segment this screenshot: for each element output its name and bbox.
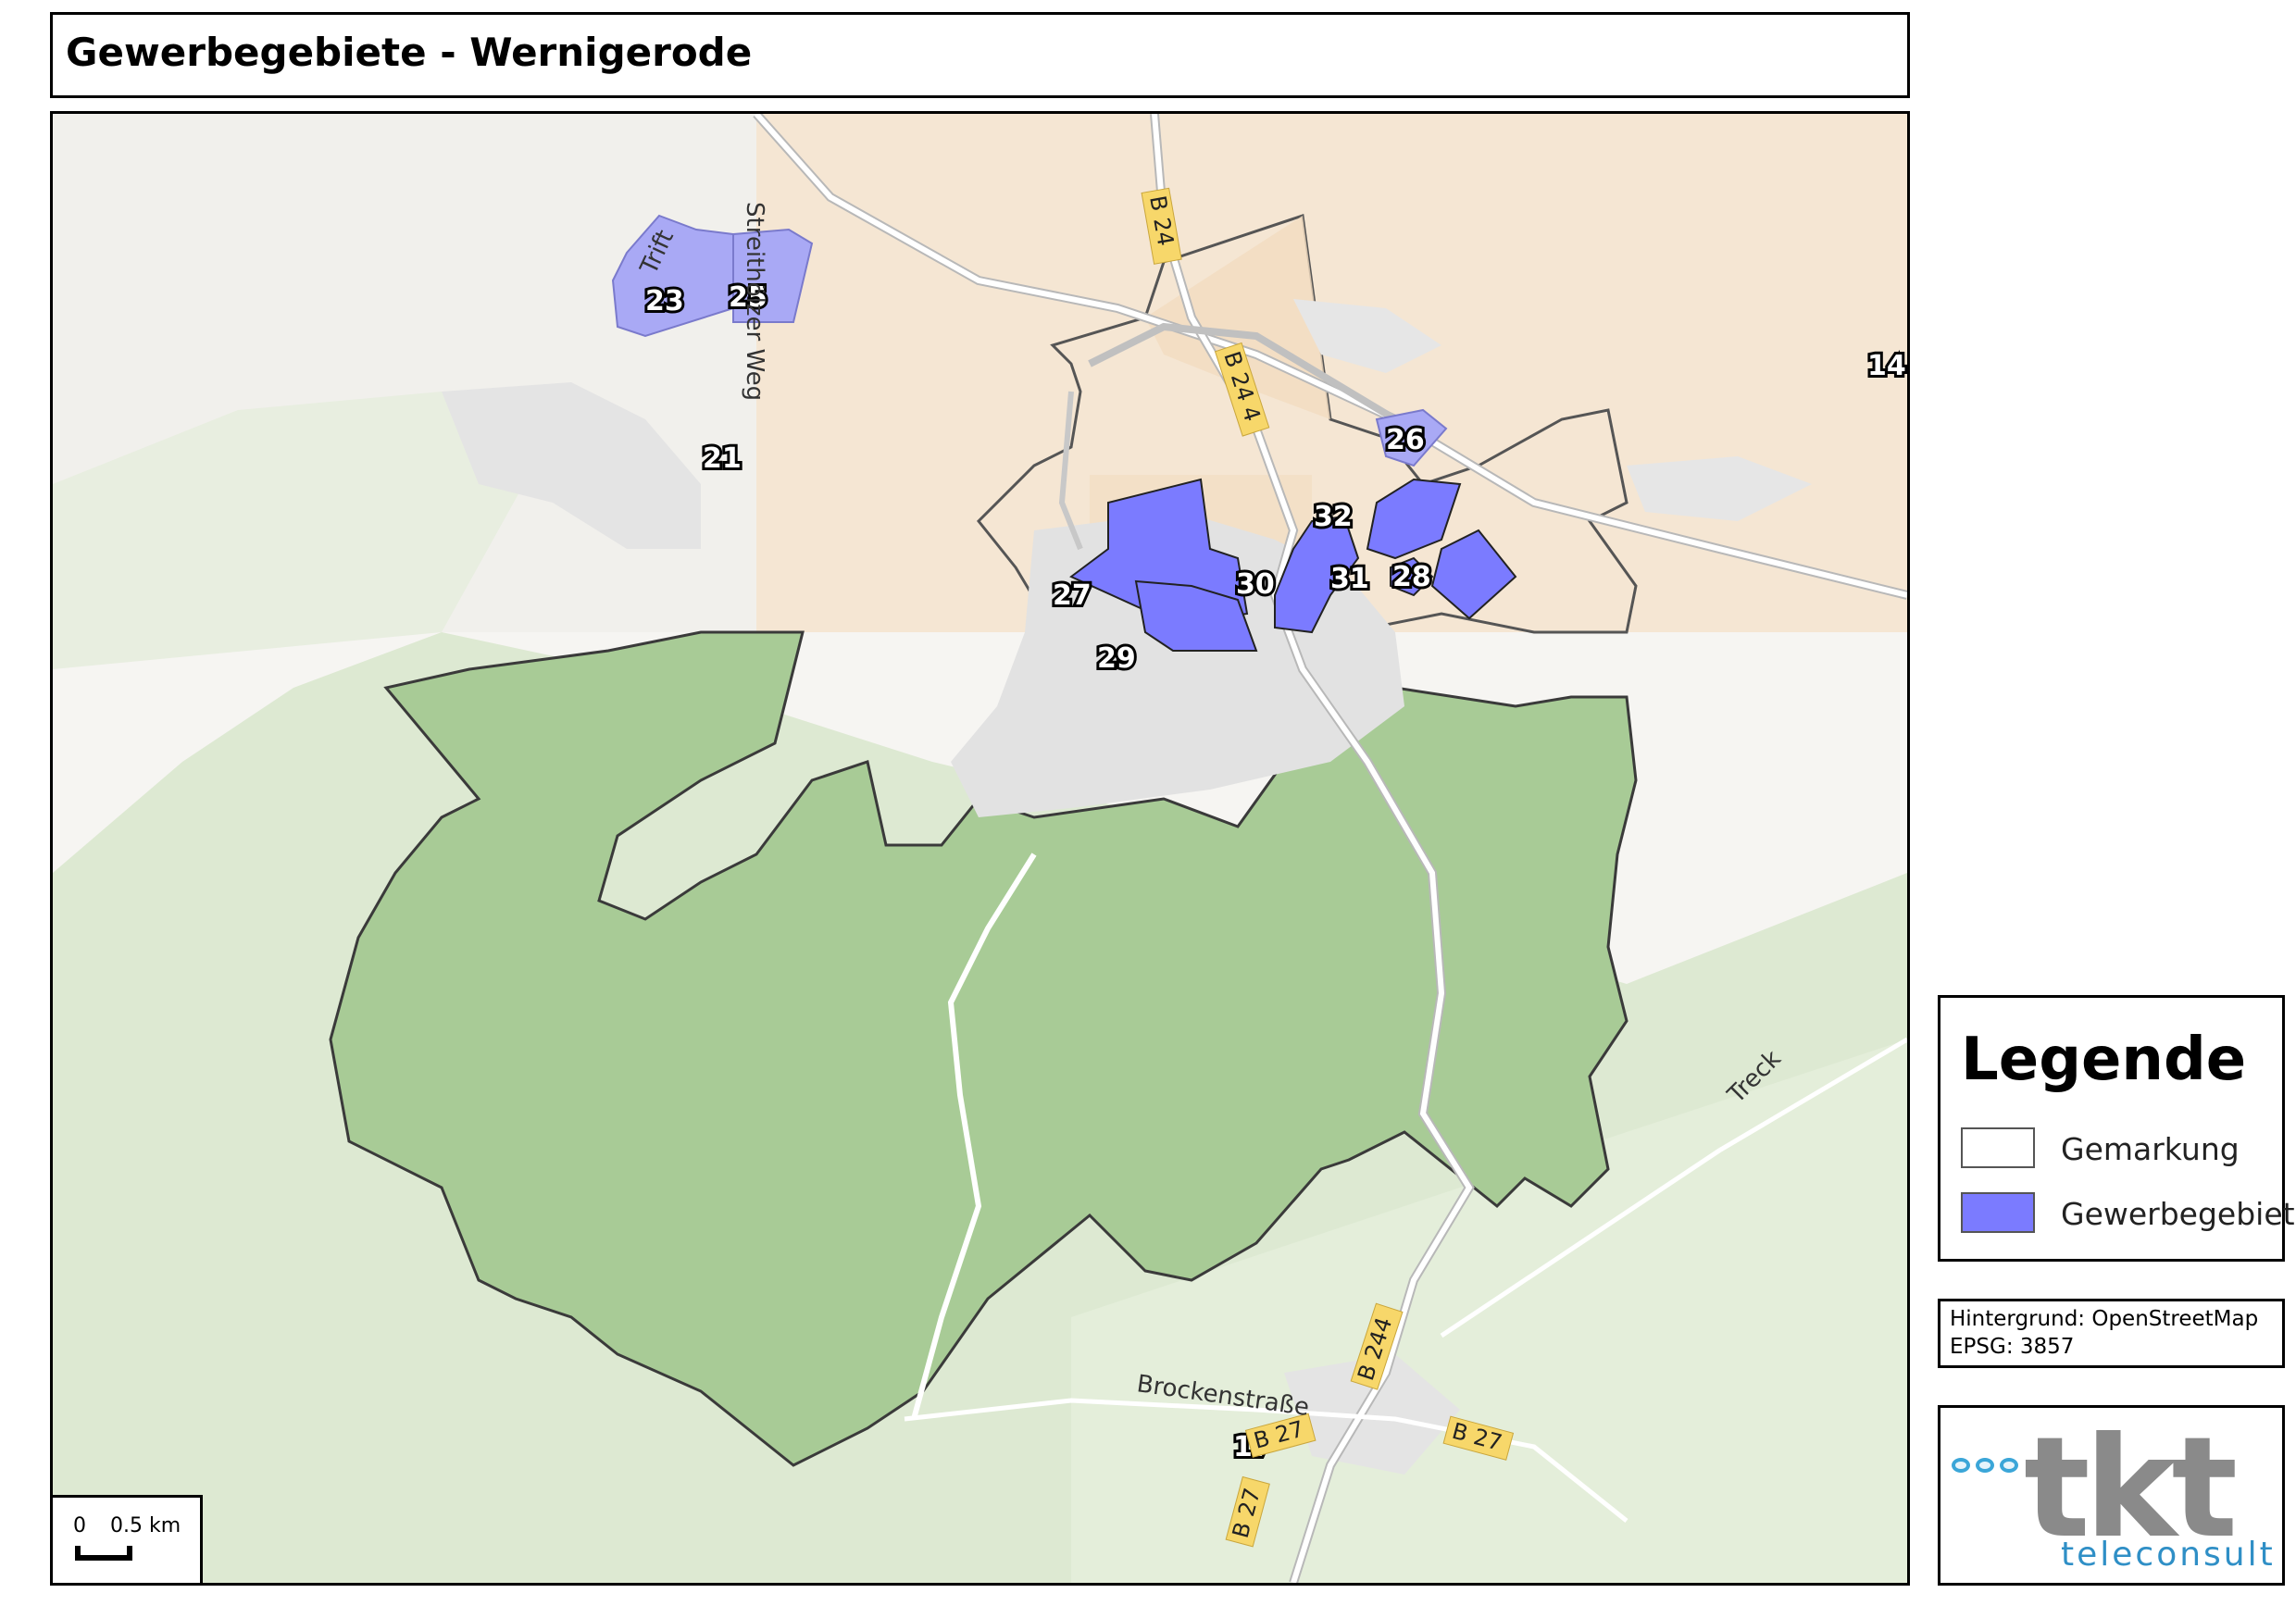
legend-label-gemarkung: Gemarkung [2061, 1131, 2240, 1167]
scale-tick-right [127, 1546, 132, 1561]
title-box: Gewerbegebiete - Wernigerode [50, 12, 1910, 98]
logo-teleconsult: teleconsult [2061, 1536, 2276, 1574]
label-27: 27 [1053, 579, 1092, 612]
scale-bar: 0 0.5 km [53, 1495, 203, 1583]
map-canvas[interactable]: 23 25 21 14 26 32 30 31 28 27 29 17 B 24… [53, 114, 1907, 1583]
label-31: 31 [1330, 563, 1369, 595]
info-background: Hintergrund: OpenStreetMap [1950, 1307, 2259, 1331]
legend-title: Legende [1961, 1026, 2247, 1094]
label-26: 26 [1386, 424, 1425, 456]
map-frame[interactable]: 23 25 21 14 26 32 30 31 28 27 29 17 B 24… [50, 111, 1910, 1586]
scale-line [75, 1555, 132, 1561]
label-28: 28 [1392, 561, 1431, 593]
logo-dot-2 [1976, 1458, 1994, 1473]
label-32: 32 [1314, 501, 1353, 533]
info-box: Hintergrund: OpenStreetMap EPSG: 3857 [1938, 1299, 2285, 1368]
logo-dot-3 [2000, 1458, 2018, 1473]
legend-swatch-gewerbegebiet [1961, 1192, 2035, 1233]
label-21: 21 [703, 442, 742, 475]
map-title: Gewerbegebiete - Wernigerode [66, 30, 753, 75]
scale-tick-left [75, 1546, 81, 1561]
legend-label-gewerbegebiet: Gewerbegebiet [2061, 1196, 2295, 1232]
scale-distance: 0.5 km [110, 1514, 181, 1537]
label-23: 23 [645, 285, 684, 317]
scale-zero: 0 [73, 1514, 86, 1537]
info-epsg: EPSG: 3857 [1950, 1335, 2075, 1359]
legend-swatch-gemarkung [1961, 1127, 2035, 1168]
label-29: 29 [1097, 642, 1136, 675]
logo-box: tkt teleconsult [1938, 1405, 2285, 1586]
label-30: 30 [1236, 568, 1275, 601]
logo-dot-1 [1952, 1458, 1970, 1473]
legend-box: Legende Gemarkung Gewerbegebiet [1938, 995, 2295, 1262]
label-14: 14 [1867, 350, 1906, 382]
street-streithoelzer: Streithölzer Weg [741, 202, 768, 401]
